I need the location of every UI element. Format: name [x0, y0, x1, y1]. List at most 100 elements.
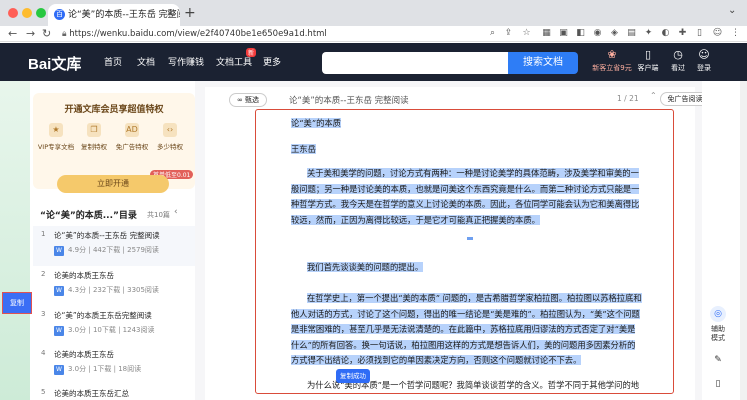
- scrollbar[interactable]: [740, 81, 747, 400]
- address-bar[interactable]: 🔒︎ https://wenku.baidu.com/view/e2f40740…: [62, 27, 534, 41]
- page-indicator: 1 / 21: [617, 94, 639, 103]
- text: 我们首先谈谈美的问题的提出。: [307, 262, 424, 272]
- user-icon: ☺: [698, 48, 710, 61]
- browser-tab[interactable]: 百 论“美”的本质--王东岳 完整阅读: [48, 4, 180, 26]
- toc-item-number: 3: [41, 310, 46, 318]
- doc-paragraph[interactable]: 关于美和美学的问题，讨论方式有两种：一种是讨论美学的具体范畴，涉及美学和审美的一…: [291, 166, 643, 228]
- share-icon[interactable]: ⇪: [502, 27, 515, 40]
- browser-toolbar: ← → ↻ 🔒︎ https://wenku.baidu.com/view/e2…: [0, 26, 747, 42]
- toc-item-number: 1: [41, 230, 46, 238]
- mobile-button[interactable]: ▯: [704, 376, 732, 395]
- vip-perk[interactable]: ❐ 复制特权: [75, 123, 113, 151]
- vip-card: 开通文库会员享超值特权 ★ VIP专享文档 ❐ 复制特权 AD 免广告特权 ‹› 多少特…: [33, 93, 195, 193]
- history-label: 看过: [671, 64, 685, 72]
- profile-icon[interactable]: ☺: [711, 27, 724, 40]
- perk-label: 多少特权: [157, 143, 183, 151]
- gift-icon: ❀: [607, 48, 617, 61]
- extension-icon[interactable]: ▦: [540, 27, 553, 40]
- maximize-window-icon[interactable]: [36, 8, 46, 18]
- doc-paragraph[interactable]: 在哲学史上，第一个提出“美的本质” 问题的，是古希腊哲学家柏拉图。柏拉图以苏格拉…: [291, 291, 643, 369]
- doc-paragraph[interactable]: 我们首先谈谈美的问题的提出。: [291, 260, 643, 276]
- toc-item-title: 论“美”的本质--王东岳 完整阅读: [54, 231, 160, 240]
- nav-more[interactable]: 更多: [263, 55, 281, 68]
- back-icon[interactable]: ←: [8, 26, 17, 42]
- decorative-side-banner: [0, 81, 30, 400]
- new-badge: 新: [246, 48, 257, 57]
- document-page: 论“美”的本质 王东岳 关于美和美学的问题，讨论方式有两种：一种是讨论美学的具体…: [205, 107, 695, 400]
- open-vip-button[interactable]: 立即开通: [57, 175, 169, 193]
- assist-icon: ◎: [710, 306, 726, 322]
- crown-icon: ★: [49, 123, 63, 137]
- copy-icon: ❐: [87, 123, 101, 137]
- toc-item[interactable]: 1 论“美”的本质--王东岳 完整阅读 W 4.9分 | 442下载 | 2579…: [33, 226, 195, 266]
- search-button[interactable]: 搜索文档: [508, 52, 578, 74]
- new-tab-button[interactable]: +: [184, 5, 196, 21]
- login-link[interactable]: ☺ 登录: [686, 48, 722, 73]
- search-input[interactable]: [322, 52, 508, 74]
- assist-mode-button[interactable]: ◎ 辅助模式: [704, 306, 732, 343]
- side-copy-button[interactable]: 复制: [2, 292, 32, 314]
- promo-text: 新客立省9元: [592, 64, 632, 72]
- tab-menu-icon[interactable]: ⌄: [728, 5, 736, 16]
- text: 关于美和美学的问题，讨论方式有两种：一种是讨论美学的具体范畴，涉及美学和审美的一…: [291, 168, 640, 225]
- extension-icon[interactable]: ◉: [591, 27, 604, 40]
- word-doc-icon: W: [54, 365, 64, 375]
- toc-item[interactable]: 2 论美的本质王东岳 W 4.3分 | 232下载 | 3305阅读: [33, 266, 195, 306]
- puzzle-icon[interactable]: ✚: [676, 27, 689, 40]
- toc-item-title: 论美的本质王东岳: [54, 271, 114, 280]
- nav-doc-tools[interactable]: 文档工具: [216, 55, 252, 68]
- document-reader: ∞ 甄选 论“美”的本质--王东岳 完整阅读 1 / 21 ⌃ 免广告阅读 论“…: [195, 81, 710, 400]
- toc-collapse-icon[interactable]: ‹: [174, 207, 178, 217]
- document-title: 论“美”的本质--王东岳 完整阅读: [289, 96, 409, 106]
- sidebar-icon[interactable]: ▯: [693, 27, 706, 40]
- promo-new-customer[interactable]: ❀ 新客立省9元: [592, 48, 632, 73]
- zoom-icon[interactable]: ⌕: [486, 27, 499, 40]
- bookmark-star-icon[interactable]: ☆: [520, 27, 533, 40]
- word-doc-icon: W: [54, 286, 64, 296]
- selection-highlight-box: 论“美”的本质 王东岳 关于美和美学的问题，讨论方式有两种：一种是讨论美学的具体…: [255, 109, 674, 394]
- feedback-icon: ✎: [710, 352, 726, 368]
- pill-label: 甄选: [245, 96, 260, 104]
- extension-icon[interactable]: ▤: [625, 27, 638, 40]
- wenku-logo[interactable]: Bai文库: [28, 53, 81, 74]
- toc-item-meta: 4.9分 | 442下载 | 2579阅读: [68, 246, 159, 254]
- toc-item-meta: 4.3分 | 232下载 | 3305阅读: [68, 286, 159, 294]
- toc-item[interactable]: 3 论“美”的本质王东岳完整阅读 W 3.0分 | 10下载 | 1243阅读: [33, 306, 195, 346]
- toc-item-number: 5: [41, 388, 46, 396]
- extension-icon[interactable]: ▣: [557, 27, 570, 40]
- nav-docs[interactable]: 文档: [137, 55, 155, 68]
- toc-item-meta: 3.0分 | 10下载 | 1243阅读: [68, 326, 155, 334]
- extension-icon[interactable]: ◐: [659, 27, 672, 40]
- forward-icon[interactable]: →: [26, 26, 35, 42]
- more-perks-icon: ‹›: [163, 123, 177, 137]
- text: 论“美”的本质: [291, 118, 341, 128]
- extension-icon[interactable]: ◈: [608, 27, 621, 40]
- word-doc-icon: W: [54, 326, 64, 336]
- toc-item[interactable]: 4 论美的本质王东岳 W 3.0分 | 1下载 | 18阅读: [33, 345, 195, 385]
- perk-label: 复制特权: [81, 143, 107, 151]
- tab-close-icon[interactable]: ×: [166, 8, 174, 19]
- extension-icon[interactable]: ✦: [642, 27, 655, 40]
- close-window-icon[interactable]: [8, 8, 18, 18]
- feedback-button[interactable]: ✎: [704, 352, 732, 371]
- vip-perk[interactable]: ★ VIP专享文档: [37, 123, 75, 151]
- toc-item-title: 论“美”的本质王东岳完整阅读: [54, 311, 152, 320]
- reader-header: ∞ 甄选 论“美”的本质--王东岳 完整阅读 1 / 21 ⌃ 免广告阅读: [205, 87, 710, 109]
- minimize-window-icon[interactable]: [22, 8, 32, 18]
- ad-free-label: 免广告阅读: [667, 95, 703, 103]
- reload-icon[interactable]: ↻: [42, 26, 51, 42]
- collapse-icon[interactable]: ⌃: [650, 91, 657, 100]
- nav-home[interactable]: 首页: [104, 55, 122, 68]
- toc-count: 共10篇: [147, 211, 170, 219]
- vip-perk[interactable]: AD 免广告特权: [113, 123, 151, 151]
- vip-perk[interactable]: ‹› 多少特权: [151, 123, 189, 151]
- selection-marker: [467, 237, 473, 240]
- nav-write-earn[interactable]: 写作赚钱: [168, 55, 204, 68]
- doc-author[interactable]: 王东岳: [291, 142, 651, 158]
- doc-heading[interactable]: 论“美”的本质: [291, 116, 651, 132]
- more-menu-icon[interactable]: ⋮: [729, 27, 742, 40]
- extension-icon[interactable]: ◧: [574, 27, 587, 40]
- copy-success-toast: 复制成功: [336, 369, 370, 383]
- toc-item[interactable]: 5 论美的本质王东岳汇总: [33, 384, 195, 400]
- toc-item-title: 论美的本质王东岳汇总: [54, 389, 129, 398]
